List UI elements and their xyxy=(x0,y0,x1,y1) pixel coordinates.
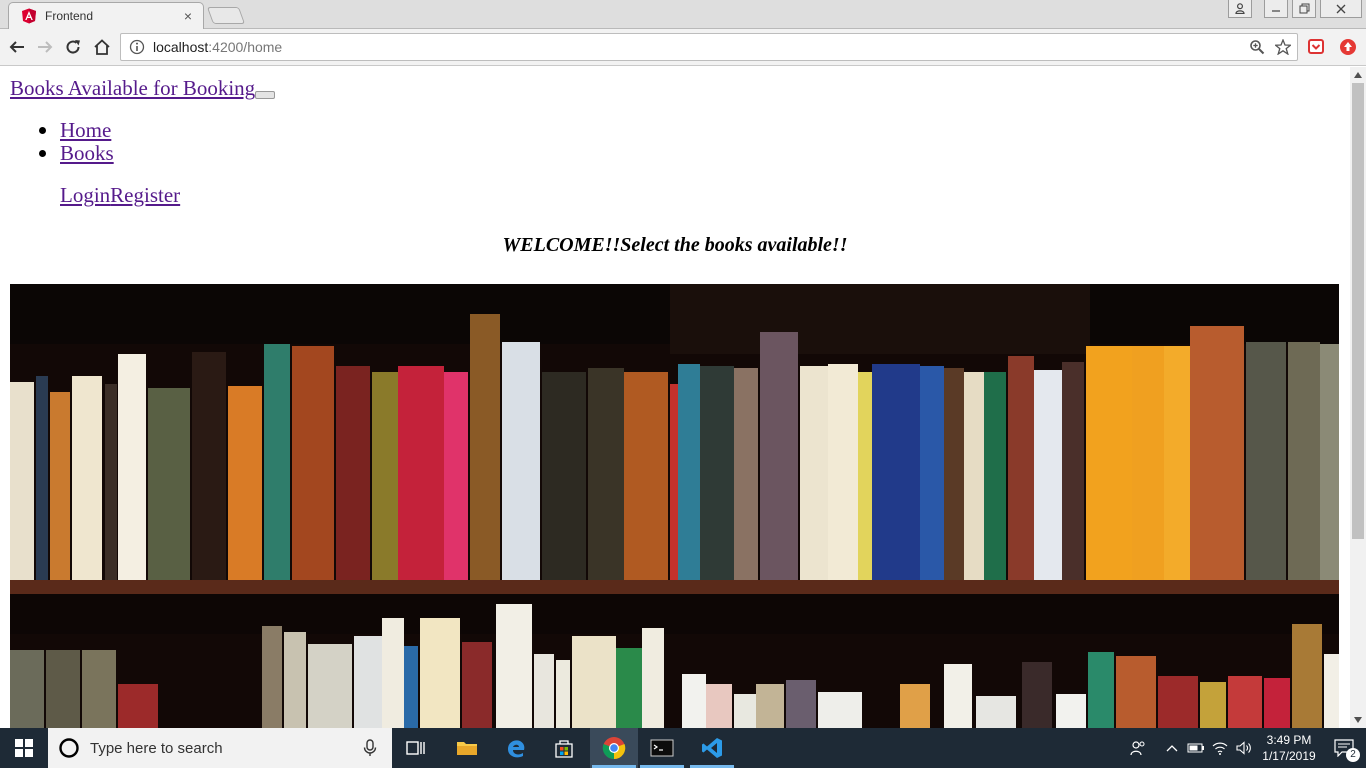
notification-center-icon[interactable]: 2 xyxy=(1322,728,1366,768)
bookshelf-image xyxy=(10,284,1339,728)
page-scrollbar[interactable] xyxy=(1350,67,1366,728)
browser-tab-strip: Frontend × xyxy=(0,0,1366,29)
terminal-icon[interactable] xyxy=(638,728,686,768)
url-path: :4200/home xyxy=(208,39,283,55)
taskbar-search-placeholder: Type here to search xyxy=(90,739,223,757)
chevron-up-icon[interactable] xyxy=(1160,728,1184,768)
back-arrow-icon[interactable] xyxy=(6,36,28,58)
tab-close-icon[interactable]: × xyxy=(181,8,195,24)
clock-time: 3:49 PM xyxy=(1266,733,1312,747)
extension-red-icon[interactable] xyxy=(1338,37,1358,57)
profile-icon[interactable] xyxy=(1228,0,1252,18)
navbar-brand-link[interactable]: Books Available for Booking xyxy=(10,76,255,101)
system-tray: 3:49 PM 1/17/2019 2 xyxy=(1126,728,1366,768)
taskbar-search-box[interactable]: Type here to search xyxy=(48,728,392,768)
file-explorer-icon[interactable] xyxy=(443,728,491,768)
pocket-extension-icon[interactable] xyxy=(1306,37,1326,57)
url-host: localhost xyxy=(153,39,209,55)
notification-count-badge: 2 xyxy=(1346,748,1360,762)
forward-arrow-icon[interactable] xyxy=(34,36,56,58)
windows-start-icon[interactable] xyxy=(0,728,48,768)
nav-item-books: Books xyxy=(39,141,114,165)
scroll-down-icon[interactable] xyxy=(1350,712,1366,728)
chrome-icon[interactable] xyxy=(590,728,638,768)
task-view-icon[interactable] xyxy=(392,728,440,768)
auth-links: LoginRegister xyxy=(60,184,180,207)
navbar-toggler-button[interactable] xyxy=(255,91,276,99)
zoom-icon[interactable] xyxy=(1249,39,1265,55)
scroll-up-icon[interactable] xyxy=(1350,67,1366,83)
people-icon[interactable] xyxy=(1126,728,1150,768)
restore-icon[interactable] xyxy=(1292,0,1316,18)
page-viewport: Books Available for Booking Home Books L… xyxy=(0,67,1350,728)
browser-toolbar: localhost:4200/home xyxy=(0,29,1366,66)
info-icon[interactable] xyxy=(129,39,145,55)
star-icon[interactable] xyxy=(1275,39,1291,55)
login-link[interactable]: Login xyxy=(60,183,110,207)
taskbar-clock[interactable]: 3:49 PM 1/17/2019 xyxy=(1256,732,1322,764)
angular-icon xyxy=(22,8,36,24)
wifi-icon[interactable] xyxy=(1208,728,1232,768)
cortana-icon xyxy=(59,738,79,758)
navbar-brand-row: Books Available for Booking xyxy=(10,76,276,101)
nav-link-books[interactable]: Books xyxy=(60,141,114,165)
new-tab-button[interactable] xyxy=(206,7,246,24)
battery-icon[interactable] xyxy=(1184,728,1208,768)
nav-item-home: Home xyxy=(39,118,114,142)
store-icon[interactable] xyxy=(540,728,588,768)
vscode-icon[interactable] xyxy=(688,728,736,768)
browser-tab[interactable]: Frontend × xyxy=(8,2,204,29)
clock-date: 1/17/2019 xyxy=(1262,749,1316,763)
scrollbar-thumb[interactable] xyxy=(1352,83,1364,539)
home-icon[interactable] xyxy=(91,36,113,58)
windows-taskbar: Type here to search 3:49 PM 1/17/2019 2 xyxy=(0,728,1366,768)
close-window-icon[interactable] xyxy=(1320,0,1362,18)
nav-list: Home Books xyxy=(39,118,114,165)
window-controls xyxy=(1228,0,1362,18)
reload-icon[interactable] xyxy=(62,36,84,58)
volume-icon[interactable] xyxy=(1232,728,1256,768)
register-link[interactable]: Register xyxy=(110,183,180,207)
address-bar[interactable]: localhost:4200/home xyxy=(120,33,1298,61)
minimize-icon[interactable] xyxy=(1264,0,1288,18)
welcome-heading: WELCOME!!Select the books available!! xyxy=(502,234,848,256)
tab-title: Frontend xyxy=(45,9,94,23)
microphone-icon[interactable] xyxy=(360,738,380,758)
edge-browser-icon[interactable] xyxy=(492,728,540,768)
nav-link-home[interactable]: Home xyxy=(60,118,111,142)
